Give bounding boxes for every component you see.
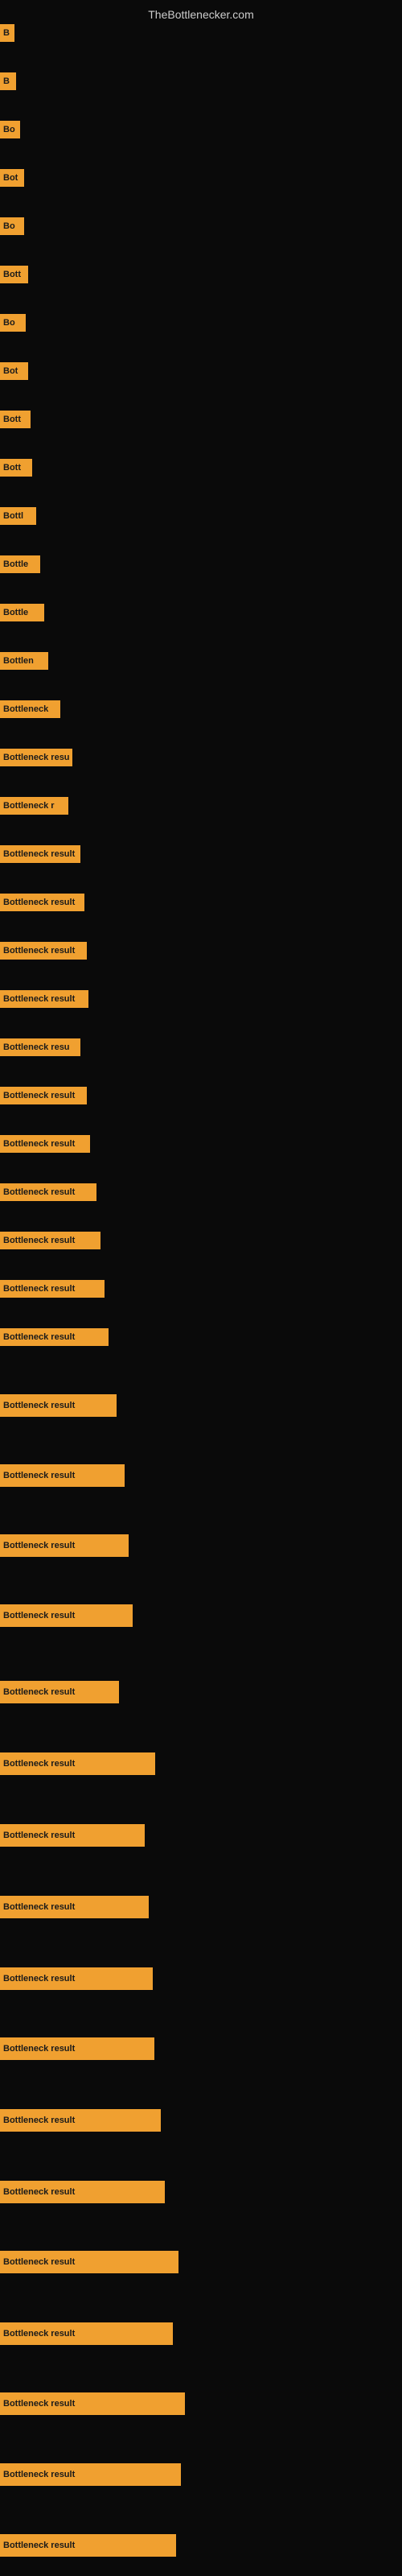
- bar-item-44: Bottleneck result: [0, 2463, 181, 2486]
- bar-item-29: Bottleneck result: [0, 1394, 117, 1417]
- site-title: TheBottlenecker.com: [0, 2, 402, 27]
- bar-item-33: Bottleneck result: [0, 1681, 119, 1703]
- bar-label-29: Bottleneck result: [0, 1394, 117, 1417]
- bar-label-37: Bottleneck result: [0, 1967, 153, 1990]
- bar-label-9: Bott: [0, 411, 31, 428]
- bar-label-19: Bottleneck result: [0, 894, 84, 911]
- bar-item-38: Bottleneck result: [0, 2037, 154, 2060]
- bar-item-35: Bottleneck result: [0, 1824, 145, 1847]
- bar-label-45: Bottleneck result: [0, 2534, 176, 2557]
- bar-label-36: Bottleneck result: [0, 1896, 149, 1918]
- bar-item-15: Bottleneck: [0, 700, 60, 718]
- bar-label-26: Bottleneck result: [0, 1232, 100, 1249]
- bar-item-19: Bottleneck result: [0, 894, 84, 911]
- bar-item-27: Bottleneck result: [0, 1280, 105, 1298]
- bar-item-18: Bottleneck result: [0, 845, 80, 863]
- bar-item-37: Bottleneck result: [0, 1967, 153, 1990]
- bar-item-12: Bottle: [0, 555, 40, 573]
- bar-item-23: Bottleneck result: [0, 1087, 87, 1104]
- bar-item-4: Bot: [0, 169, 24, 187]
- bar-label-39: Bottleneck result: [0, 2109, 161, 2132]
- bar-item-20: Bottleneck result: [0, 942, 87, 960]
- bar-item-6: Bott: [0, 266, 28, 283]
- bar-label-17: Bottleneck r: [0, 797, 68, 815]
- bar-label-15: Bottleneck: [0, 700, 60, 718]
- bar-item-25: Bottleneck result: [0, 1183, 96, 1201]
- bar-item-36: Bottleneck result: [0, 1896, 149, 1918]
- bar-item-45: Bottleneck result: [0, 2534, 176, 2557]
- bar-label-11: Bottl: [0, 507, 36, 525]
- bar-label-12: Bottle: [0, 555, 40, 573]
- bar-item-26: Bottleneck result: [0, 1232, 100, 1249]
- bar-label-8: Bot: [0, 362, 28, 380]
- bar-item-30: Bottleneck result: [0, 1464, 125, 1487]
- bar-label-43: Bottleneck result: [0, 2392, 185, 2415]
- bar-label-1: B: [0, 24, 14, 42]
- bar-item-43: Bottleneck result: [0, 2392, 185, 2415]
- bar-label-31: Bottleneck result: [0, 1534, 129, 1557]
- bar-label-34: Bottleneck result: [0, 1752, 155, 1775]
- bar-item-14: Bottlen: [0, 652, 48, 670]
- bar-label-41: Bottleneck result: [0, 2251, 178, 2273]
- bar-item-21: Bottleneck result: [0, 990, 88, 1008]
- bar-item-1: B: [0, 24, 14, 42]
- bar-label-42: Bottleneck result: [0, 2322, 173, 2345]
- bar-item-17: Bottleneck r: [0, 797, 68, 815]
- bar-item-31: Bottleneck result: [0, 1534, 129, 1557]
- bar-item-5: Bo: [0, 217, 24, 235]
- bar-label-30: Bottleneck result: [0, 1464, 125, 1487]
- bar-item-10: Bott: [0, 459, 32, 477]
- bar-item-34: Bottleneck result: [0, 1752, 155, 1775]
- bar-label-5: Bo: [0, 217, 24, 235]
- bar-label-10: Bott: [0, 459, 32, 477]
- bar-label-33: Bottleneck result: [0, 1681, 119, 1703]
- bar-item-40: Bottleneck result: [0, 2181, 165, 2203]
- bar-item-13: Bottle: [0, 604, 44, 621]
- bar-item-32: Bottleneck result: [0, 1604, 133, 1627]
- bar-item-8: Bot: [0, 362, 28, 380]
- bar-item-7: Bo: [0, 314, 26, 332]
- bar-label-28: Bottleneck result: [0, 1328, 109, 1346]
- bar-label-2: B: [0, 72, 16, 90]
- bar-label-22: Bottleneck resu: [0, 1038, 80, 1056]
- bar-label-18: Bottleneck result: [0, 845, 80, 863]
- bar-label-16: Bottleneck resu: [0, 749, 72, 766]
- bar-label-44: Bottleneck result: [0, 2463, 181, 2486]
- bar-label-25: Bottleneck result: [0, 1183, 96, 1201]
- bar-item-39: Bottleneck result: [0, 2109, 161, 2132]
- bar-label-3: Bo: [0, 121, 20, 138]
- bar-label-20: Bottleneck result: [0, 942, 87, 960]
- bar-label-35: Bottleneck result: [0, 1824, 145, 1847]
- bar-item-2: B: [0, 72, 16, 90]
- bar-label-40: Bottleneck result: [0, 2181, 165, 2203]
- bar-label-23: Bottleneck result: [0, 1087, 87, 1104]
- bar-label-7: Bo: [0, 314, 26, 332]
- bar-label-24: Bottleneck result: [0, 1135, 90, 1153]
- bar-item-16: Bottleneck resu: [0, 749, 72, 766]
- bar-label-21: Bottleneck result: [0, 990, 88, 1008]
- bar-label-27: Bottleneck result: [0, 1280, 105, 1298]
- bar-label-13: Bottle: [0, 604, 44, 621]
- bar-label-38: Bottleneck result: [0, 2037, 154, 2060]
- bar-item-22: Bottleneck resu: [0, 1038, 80, 1056]
- bar-item-11: Bottl: [0, 507, 36, 525]
- bar-item-41: Bottleneck result: [0, 2251, 178, 2273]
- bar-item-28: Bottleneck result: [0, 1328, 109, 1346]
- bar-label-14: Bottlen: [0, 652, 48, 670]
- bar-item-3: Bo: [0, 121, 20, 138]
- bar-label-6: Bott: [0, 266, 28, 283]
- bar-label-32: Bottleneck result: [0, 1604, 133, 1627]
- bar-label-4: Bot: [0, 169, 24, 187]
- bar-item-24: Bottleneck result: [0, 1135, 90, 1153]
- bar-item-42: Bottleneck result: [0, 2322, 173, 2345]
- bar-item-9: Bott: [0, 411, 31, 428]
